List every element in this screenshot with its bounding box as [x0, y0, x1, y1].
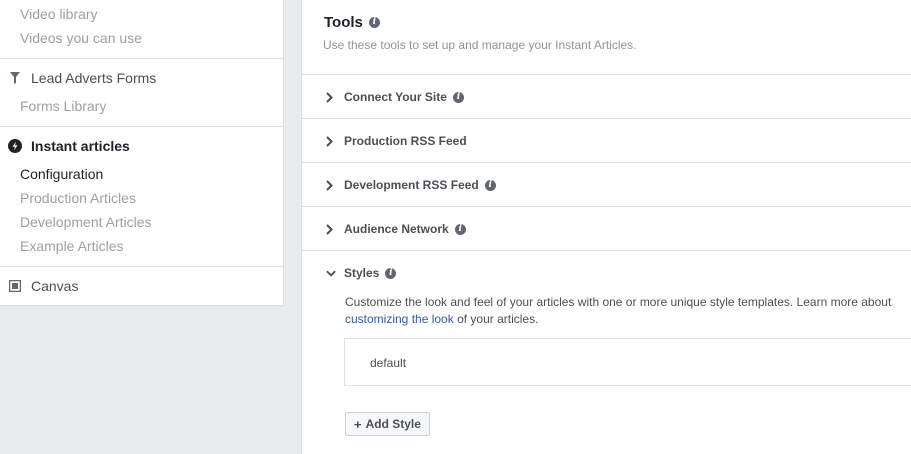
section-connect-your-site[interactable]: Connect Your Site i: [326, 90, 464, 104]
section-divider: [302, 118, 911, 119]
sidebar-item-configuration[interactable]: Configuration: [20, 166, 103, 182]
page-title: Tools i: [324, 14, 380, 31]
sidebar-item-lead-adverts-forms[interactable]: Lead Adverts Forms: [8, 70, 156, 86]
info-icon[interactable]: i: [385, 267, 397, 279]
section-label: Audience Network: [344, 222, 449, 236]
section-label: Connect Your Site: [344, 90, 447, 104]
section-divider: [302, 74, 911, 75]
customizing-the-look-link[interactable]: customizing the look: [345, 312, 454, 326]
style-list: default: [344, 338, 911, 386]
styles-description: Customize the look and feel of your arti…: [345, 295, 892, 326]
sidebar-item-forms-library[interactable]: Forms Library: [20, 98, 106, 114]
sidebar-divider: [0, 266, 283, 267]
info-icon[interactable]: i: [454, 223, 466, 235]
info-icon[interactable]: i: [452, 91, 464, 103]
sidebar-item-videos-you-can-use[interactable]: Videos you can use: [20, 30, 142, 46]
lightning-bolt-icon: [8, 139, 22, 153]
sidebar-item-instant-articles[interactable]: Instant articles: [8, 138, 130, 154]
section-label: Styles: [344, 266, 380, 280]
section-label: Development RSS Feed: [344, 178, 479, 192]
page-subtitle: Use these tools to set up and manage you…: [323, 38, 637, 52]
sidebar-item-video-library[interactable]: Video library: [20, 6, 98, 22]
section-label: Production RSS Feed: [344, 134, 467, 148]
section-divider: [302, 162, 911, 163]
chevron-down-icon: [326, 267, 336, 279]
info-icon[interactable]: i: [484, 179, 496, 191]
left-sidebar: Video library Videos you can use Lead Ad…: [0, 0, 284, 306]
section-audience-network[interactable]: Audience Network i: [326, 222, 466, 236]
sidebar-divider: [0, 126, 283, 127]
chevron-right-icon: [326, 135, 336, 147]
sidebar-item-label: Canvas: [31, 278, 79, 294]
sidebar-item-development-articles[interactable]: Development Articles: [20, 214, 152, 230]
section-divider: [302, 206, 911, 207]
chevron-right-icon: [326, 223, 336, 235]
sidebar-item-canvas[interactable]: Canvas: [8, 278, 78, 294]
section-divider: [302, 250, 911, 251]
chevron-right-icon: [326, 179, 336, 191]
sidebar-item-example-articles[interactable]: Example Articles: [20, 238, 123, 254]
info-icon[interactable]: i: [368, 17, 380, 28]
section-production-rss-feed[interactable]: Production RSS Feed: [326, 134, 467, 148]
add-style-button[interactable]: + Add Style: [345, 412, 430, 436]
chevron-right-icon: [326, 91, 336, 103]
canvas-icon: [8, 279, 22, 293]
sidebar-item-production-articles[interactable]: Production Articles: [20, 190, 136, 206]
sidebar-divider: [0, 58, 283, 59]
section-development-rss-feed[interactable]: Development RSS Feed i: [326, 178, 496, 192]
sidebar-item-label: Lead Adverts Forms: [31, 70, 157, 86]
tools-panel: Tools i Use these tools to set up and ma…: [301, 0, 911, 454]
sidebar-item-label: Instant articles: [31, 138, 130, 154]
section-styles[interactable]: Styles i: [326, 266, 397, 280]
filter-icon: [8, 71, 22, 85]
plus-icon: +: [354, 416, 362, 432]
style-item-default[interactable]: default: [370, 356, 406, 370]
